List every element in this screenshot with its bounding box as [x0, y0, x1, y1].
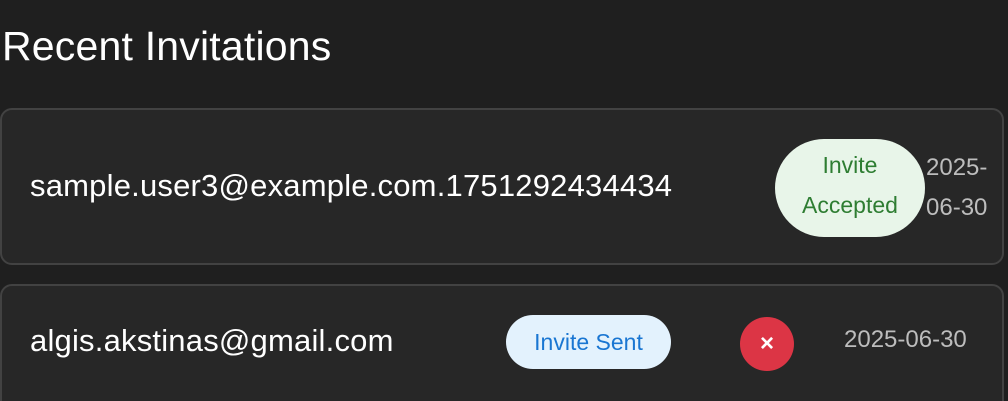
invitation-card: algis.akstinas@gmail.com Invite Sent × 2…: [0, 284, 1004, 401]
invitation-date: 2025-06-30: [926, 154, 988, 221]
invitation-email: algis.akstinas@gmail.com: [30, 323, 394, 358]
close-icon[interactable]: ×: [740, 317, 794, 371]
recent-invitations-panel: Recent Invitations sample.user3@example.…: [0, 0, 1008, 401]
invitation-card: sample.user3@example.com.1751292434434 I…: [0, 108, 1004, 265]
invitation-email: sample.user3@example.com.1751292434434: [30, 168, 673, 203]
status-badge-accepted: Invite Accepted: [775, 139, 925, 237]
section-title: Recent Invitations: [2, 23, 332, 69]
invitation-date: 2025-06-30: [844, 326, 967, 353]
status-badge-sent: Invite Sent: [506, 315, 671, 369]
